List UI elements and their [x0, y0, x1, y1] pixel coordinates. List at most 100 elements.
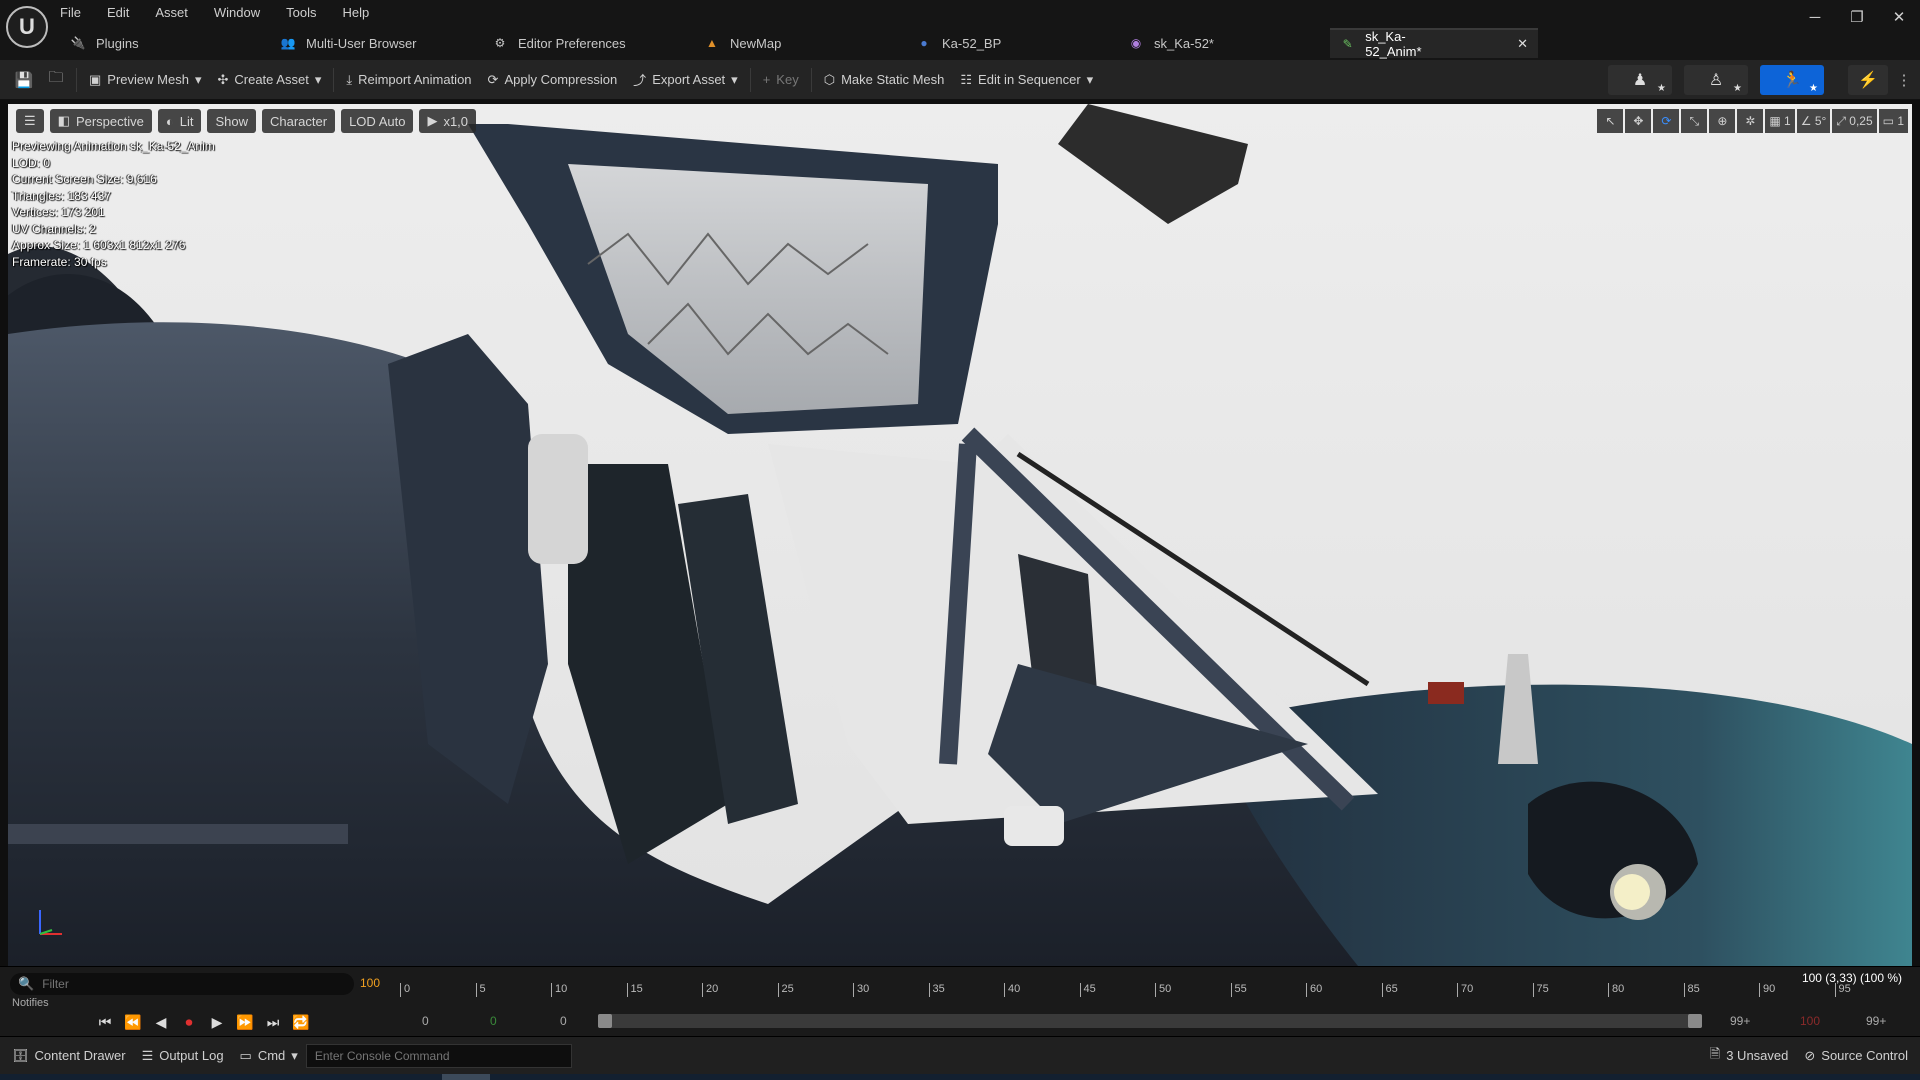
ruler-tick: [928, 983, 930, 997]
timeline-scrollbar[interactable]: [598, 1014, 1702, 1028]
animation-mode-button[interactable]: 🏃 ★: [1760, 64, 1824, 95]
playback-speed-button[interactable]: ▶ x1,0: [419, 109, 477, 133]
unreal-logo[interactable]: U: [6, 6, 48, 48]
export-asset-button[interactable]: ⤴ Export Asset ▾: [625, 65, 746, 95]
preview-mesh-icon: ▣: [89, 71, 102, 87]
tab-sk-ka52[interactable]: ◉ sk_Ka-52*: [1118, 28, 1330, 58]
scale-snap-button[interactable]: ⤢ 0,25: [1832, 109, 1877, 133]
ruler-tick-label: 80: [1612, 983, 1625, 995]
unsaved-button[interactable]: 🗎 3 Unsaved: [1702, 1043, 1797, 1069]
cmd-label: Cmd: [257, 1048, 286, 1063]
ruler-tick: [1230, 983, 1232, 997]
skip-to-end-icon[interactable]: ⏭: [264, 1014, 282, 1031]
close-tab-icon[interactable]: ✕: [1517, 36, 1528, 52]
menu-file[interactable]: File: [60, 5, 81, 20]
ruler-tick-label: 25: [781, 983, 794, 995]
character-button[interactable]: Character: [262, 109, 336, 133]
play-icon[interactable]: ▶: [208, 1014, 226, 1031]
reimport-animation-button[interactable]: ⤓ Reimport Animation: [338, 65, 479, 95]
divider: [76, 67, 77, 92]
loop-icon[interactable]: 🔁: [292, 1014, 310, 1031]
viewport-menu-button[interactable]: ☰: [16, 109, 44, 133]
console-command-input[interactable]: [305, 1043, 572, 1068]
mesh-mode-button[interactable]: ♙ ★: [1684, 64, 1748, 95]
running-man-icon: 🏃: [1782, 71, 1802, 89]
edit-in-sequencer-label: Edit in Sequencer: [978, 72, 1081, 87]
plug-icon: 🔌: [70, 36, 86, 50]
tab-newmap[interactable]: ▲ NewMap: [694, 28, 906, 58]
preview-mesh-button[interactable]: ▣ Preview Mesh ▾: [81, 65, 209, 95]
ruler-tick-label: 10: [555, 983, 568, 995]
ruler-tick: [702, 983, 703, 997]
show-button[interactable]: Show: [207, 109, 256, 133]
surface-snap-icon[interactable]: ✲: [1737, 109, 1764, 133]
save-icon[interactable]: 💾: [8, 65, 40, 95]
record-icon[interactable]: ⏺: [180, 1014, 198, 1031]
range-start-a[interactable]: 0: [422, 1014, 429, 1028]
lod-button[interactable]: LOD Auto: [341, 109, 414, 133]
frame-ruler[interactable]: 0 5 10 15 20 25 30 35 40 45 50 55 60 65 70 75 80 85 90 95: [394, 967, 1914, 997]
play-reverse-icon[interactable]: ◀: [152, 1014, 170, 1031]
content-drawer-button[interactable]: 🗄 Content Drawer: [4, 1043, 134, 1069]
range-start-b[interactable]: 0: [490, 1014, 497, 1028]
menu-edit[interactable]: Edit: [107, 5, 129, 20]
more-options-icon[interactable]: ⋮: [1888, 65, 1920, 95]
restore-button[interactable]: ❐: [1836, 8, 1878, 26]
cmd-button[interactable]: ▭ Cmd ▾: [232, 1043, 306, 1069]
select-icon[interactable]: ↖: [1597, 109, 1624, 133]
camera-speed-button[interactable]: ▭ 1: [1878, 109, 1908, 133]
chevron-down-icon: ▾: [194, 71, 202, 87]
tab-multi-user-browser[interactable]: 👥 Multi-User Browser: [270, 28, 482, 58]
source-control-button[interactable]: ⊘ Source Control: [1796, 1043, 1916, 1069]
menu-tools[interactable]: Tools: [286, 5, 316, 20]
create-asset-button[interactable]: ✣ Create Asset ▾: [209, 65, 329, 95]
scroll-start-handle[interactable]: [598, 1014, 612, 1028]
tab-plugins[interactable]: 🔌 Plugins: [60, 28, 270, 58]
make-static-mesh-button[interactable]: ⬡ Make Static Mesh: [816, 65, 953, 95]
browse-asset-icon[interactable]: 🗀: [40, 65, 72, 95]
animation-timeline: 🔍 100 Notifies 0 5 10 15 20 25 30 35 40 45 50 55 60 6…: [0, 966, 1920, 1036]
step-forward-icon[interactable]: ⏩: [236, 1014, 254, 1031]
output-log-button[interactable]: ☰ Output Log: [134, 1043, 232, 1069]
tab-editor-preferences[interactable]: ⚙ Editor Preferences: [482, 28, 694, 58]
source-control-label: Source Control: [1821, 1048, 1908, 1063]
search-icon: 🔍: [18, 976, 35, 991]
menu-help[interactable]: Help: [342, 5, 369, 20]
range-end-c[interactable]: 99+: [1866, 1014, 1886, 1028]
rotate-icon[interactable]: ⟳: [1653, 109, 1680, 133]
tab-ka52-bp[interactable]: ● Ka-52_BP: [906, 28, 1118, 58]
perspective-label: Perspective: [75, 113, 144, 129]
tab-sk-ka52-anim[interactable]: ✎ sk_Ka-52_Anim* ✕: [1330, 28, 1538, 59]
range-end-a[interactable]: 99+: [1730, 1014, 1750, 1028]
skip-to-start-icon[interactable]: ⏮: [96, 1014, 114, 1031]
minimize-button[interactable]: ─: [1794, 9, 1836, 26]
filter-input[interactable]: [42, 977, 293, 991]
perspective-button[interactable]: ◧ Perspective: [49, 109, 152, 133]
close-window-button[interactable]: ✕: [1878, 8, 1920, 26]
apply-compression-button[interactable]: ⟳ Apply Compression: [480, 65, 626, 95]
grid-snap-button[interactable]: ▦ 1: [1765, 109, 1795, 133]
stat-line: LOD: 0: [12, 155, 51, 170]
move-icon[interactable]: ✥: [1625, 109, 1652, 133]
skeleton-mode-button[interactable]: ♟ ★: [1608, 64, 1672, 95]
preview-viewport[interactable]: ☰ ◧ Perspective ◐ Lit Show Character LOD…: [8, 104, 1912, 966]
step-back-icon[interactable]: ⏪: [124, 1014, 142, 1031]
create-asset-icon: ✣: [217, 71, 229, 87]
angle-snap-button[interactable]: ∠ 5°: [1796, 109, 1831, 133]
sliders-icon: ⚙: [494, 36, 506, 50]
range-start-c[interactable]: 0: [560, 1014, 567, 1028]
ruler-tick-label: 5: [479, 983, 486, 995]
menu-window[interactable]: Window: [214, 5, 260, 20]
menu-asset[interactable]: Asset: [155, 5, 188, 20]
range-end-b[interactable]: 100: [1800, 1014, 1820, 1028]
lit-button[interactable]: ◐ Lit: [157, 109, 202, 133]
physics-mode-button[interactable]: ⚡: [1848, 64, 1888, 95]
scroll-end-handle[interactable]: [1688, 1014, 1702, 1028]
ruler-tick-label: 65: [1385, 983, 1398, 995]
play-icon: ▶: [427, 113, 438, 128]
multi-user-icon: 👥: [280, 36, 296, 50]
key-button[interactable]: + Key: [755, 65, 807, 95]
edit-in-sequencer-button[interactable]: ☷ Edit in Sequencer ▾: [952, 65, 1101, 95]
world-icon[interactable]: ⊕: [1709, 109, 1736, 133]
scale-icon[interactable]: ⤡: [1681, 109, 1708, 133]
